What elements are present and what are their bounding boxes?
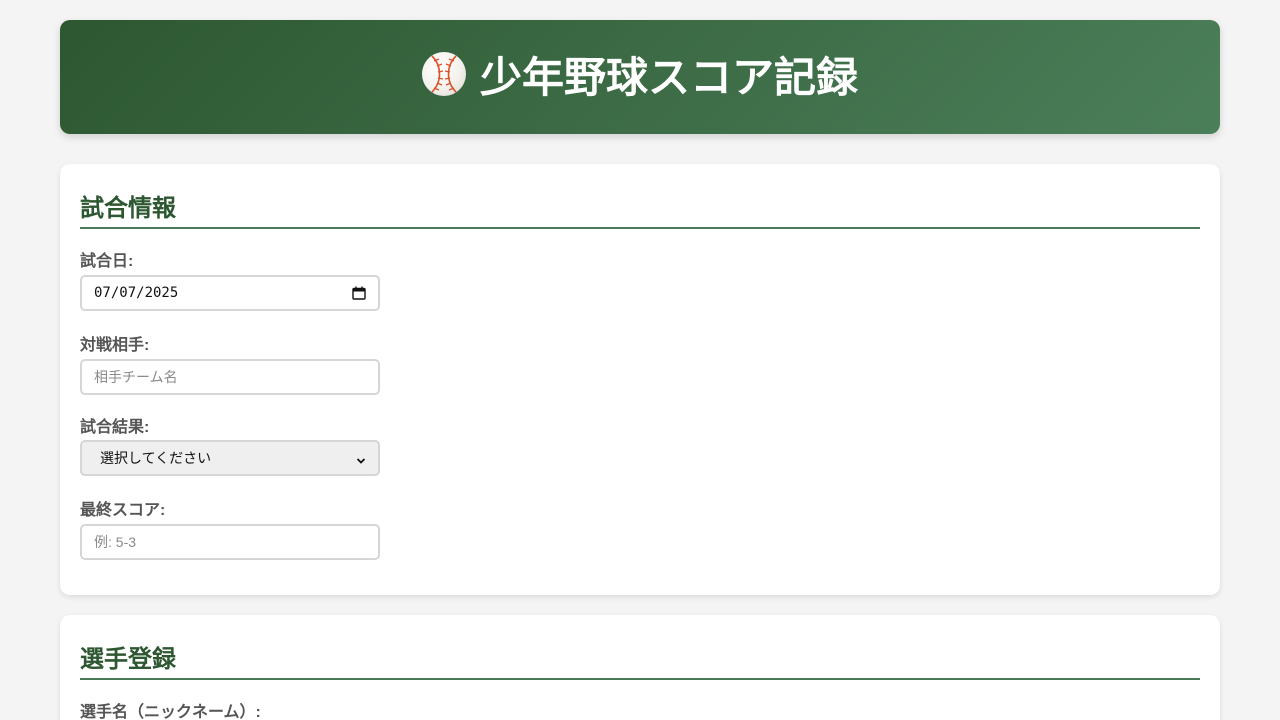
result-selected-value: 選択してください (100, 450, 212, 466)
baseball-icon (421, 52, 466, 96)
date-value: 07/07/2025 (94, 285, 179, 301)
page: 少年野球スコア記録 試合情報 試合日: 07/07/2025 対戦相手: 相手チ… (0, 0, 1280, 720)
opponent-input[interactable]: 相手チーム名 (80, 359, 380, 395)
date-input[interactable]: 07/07/2025 (80, 275, 380, 311)
chevron-down-icon (356, 453, 366, 464)
score-label: 最終スコア: (80, 502, 166, 519)
date-label: 試合日: (80, 253, 134, 270)
app-header: 少年野球スコア記録 (60, 20, 1220, 134)
score-input[interactable]: 例: 5-3 (80, 524, 380, 560)
player-registration-card: 選手登録 選手名（ニックネーム）: (60, 615, 1220, 720)
game-info-card: 試合情報 試合日: 07/07/2025 対戦相手: 相手チーム名 試合結果: … (60, 164, 1220, 595)
opponent-label: 対戦相手: (80, 337, 150, 354)
header-content: 少年野球スコア記録 (421, 44, 858, 105)
game-info-title: 試合情報 (80, 188, 1200, 229)
result-select[interactable]: 選択してください (80, 440, 380, 476)
opponent-placeholder: 相手チーム名 (94, 369, 178, 385)
calendar-icon[interactable] (352, 286, 366, 300)
score-placeholder: 例: 5-3 (94, 534, 137, 550)
player-registration-title: 選手登録 (80, 639, 1200, 680)
player-name-label: 選手名（ニックネーム）: (80, 704, 261, 720)
result-label: 試合結果: (80, 419, 150, 436)
page-title: 少年野球スコア記録 (479, 53, 858, 101)
